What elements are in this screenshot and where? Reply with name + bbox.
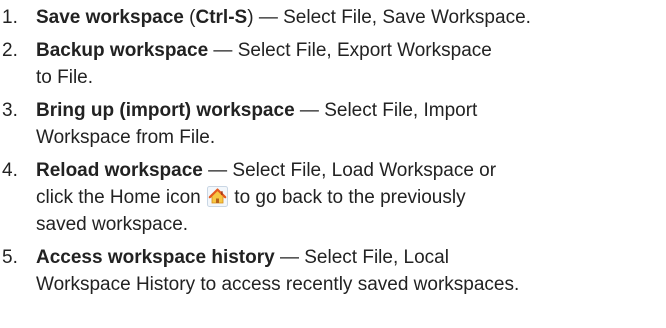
shortcut-close: ): [247, 7, 254, 28]
step-description-line-2-before-icon: click the Home icon: [36, 187, 201, 208]
list-item-backup-workspace: 2. Backup workspace — Select File, Expor…: [0, 37, 666, 91]
list-item-save-workspace: 1. Save workspace (Ctrl-S) — Select File…: [0, 4, 666, 31]
step-title: Save workspace: [36, 7, 184, 28]
step-number: 5.: [2, 247, 18, 268]
step-title: Bring up (import) workspace: [36, 100, 295, 121]
list-item-reload-workspace: 4. Reload workspace — Select File, Load …: [0, 157, 666, 238]
step-description-line-3: saved workspace.: [36, 214, 189, 235]
step-description-line-2: Workspace History to access recently sav…: [36, 274, 520, 295]
step-title: Access workspace history: [36, 247, 275, 268]
step-title: Backup workspace: [36, 40, 209, 61]
step-description-line-1: — Select File, Local: [279, 247, 449, 268]
step-number: 1.: [2, 7, 18, 28]
step-description-line-1: — Select File, Load Workspace or: [208, 160, 497, 181]
step-description-line-2: Workspace from File.: [36, 127, 216, 148]
home-icon: [207, 186, 229, 207]
keyboard-shortcut: Ctrl-S: [195, 7, 248, 28]
list-item-import-workspace: 3. Bring up (import) workspace — Select …: [0, 97, 666, 151]
step-number: 3.: [2, 100, 18, 121]
step-description-line-2: to File.: [36, 67, 94, 88]
step-description: — Select File, Save Workspace.: [258, 7, 531, 28]
step-number: 2.: [2, 40, 18, 61]
step-number: 4.: [2, 160, 18, 181]
step-description-line-2-after-icon: to go back to the previously: [234, 187, 466, 208]
workspace-steps-list: 1. Save workspace (Ctrl-S) — Select File…: [0, 4, 666, 298]
step-title: Reload workspace: [36, 160, 203, 181]
instruction-document: 1. Save workspace (Ctrl-S) — Select File…: [0, 0, 666, 328]
step-description-line-1: — Select File, Export Workspace: [213, 40, 492, 61]
step-description-line-1: — Select File, Import: [299, 100, 478, 121]
list-item-workspace-history: 5. Access workspace history — Select Fil…: [0, 244, 666, 298]
